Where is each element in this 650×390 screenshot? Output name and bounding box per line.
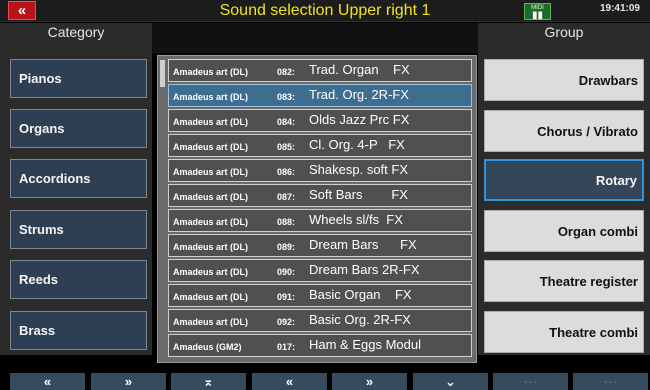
sound-name: Trad. Organ FX [309, 62, 410, 77]
sound-row[interactable]: Amadeus art (DL) 089: Dream Bars FX [168, 234, 472, 257]
sound-row[interactable]: Amadeus art (DL) 090: Dream Bars 2R-FX [168, 259, 472, 282]
sound-row[interactable]: Amadeus (GM2) 017: Ham & Eggs Modul [168, 334, 472, 357]
category-pianos[interactable]: Pianos [10, 59, 147, 98]
sound-number: 092: [277, 317, 296, 327]
group-organ-combi[interactable]: Organ combi [484, 210, 644, 252]
sound-name: Shakesp. soft FX [309, 162, 408, 177]
category-brass[interactable]: Brass [10, 311, 147, 350]
sound-row[interactable]: Amadeus art (DL) 091: Basic Organ FX [168, 284, 472, 307]
sound-number: 090: [277, 267, 296, 277]
sound-row-selected[interactable]: Amadeus art (DL) 083: Trad. Org. 2R-FX [168, 84, 472, 107]
sound-name: Basic Organ FX [309, 287, 412, 302]
sound-number: 087: [277, 192, 296, 202]
category-strums[interactable]: Strums [10, 210, 147, 249]
category-reeds[interactable]: Reeds [10, 260, 147, 299]
sound-name: Soft Bars FX [309, 187, 408, 202]
sound-row[interactable]: Amadeus art (DL) 084: Olds Jazz Prc FX [168, 109, 472, 132]
category-organs[interactable]: Organs [10, 109, 147, 148]
sound-name: Basic Org. 2R-FX [309, 312, 411, 327]
chevron-up-icon[interactable]: « [252, 373, 327, 390]
sound-name: Olds Jazz Prc FX [309, 112, 410, 127]
group-theatre-register[interactable]: Theatre register [484, 260, 644, 302]
scroll-bottom-icon[interactable]: ⌄ [413, 373, 488, 390]
sound-bank: Amadeus art (DL) [173, 167, 249, 177]
sound-bank: Amadeus art (DL) [173, 292, 249, 302]
sound-bank: Amadeus art (DL) [173, 317, 249, 327]
group-rotary[interactable]: Rotary [484, 159, 644, 201]
sound-name: Cl. Org. 4-P FX [309, 137, 405, 152]
sound-row[interactable]: Amadeus art (DL) 086: Shakesp. soft FX [168, 159, 472, 182]
category-column: Pianos Organs Accordions Strums Reeds Br… [0, 53, 152, 355]
group-heading: Group [478, 23, 650, 53]
sound-number: 088: [277, 217, 296, 227]
sound-row[interactable]: Amadeus art (DL) 092: Basic Org. 2R-FX [168, 309, 472, 332]
sound-row[interactable]: Amadeus art (DL) 085: Cl. Org. 4-P FX [168, 134, 472, 157]
keyboard-icon: ▮▮ [531, 10, 543, 21]
group-column: Drawbars Chorus / Vibrato Rotary Organ c… [478, 53, 650, 355]
sound-bank: Amadeus art (DL) [173, 192, 249, 202]
sound-bank: Amadeus art (DL) [173, 117, 249, 127]
sound-name: Trad. Org. 2R-FX [309, 87, 409, 102]
title-bar: « Sound selection Upper right 1 MIDI ▮▮ 1… [0, 0, 650, 22]
sound-bank: Amadeus art (DL) [173, 217, 249, 227]
sound-name: Wheels sl/fs FX [309, 212, 403, 227]
sound-number: 082: [277, 67, 296, 77]
sound-bank: Amadeus art (DL) [173, 242, 249, 252]
category-accordions[interactable]: Accordions [10, 159, 147, 198]
sound-bank: Amadeus (GM2) [173, 342, 242, 352]
sound-bank: Amadeus art (DL) [173, 267, 249, 277]
sound-row[interactable]: Amadeus art (DL) 082: Trad. Organ FX [168, 59, 472, 82]
sound-number: 091: [277, 292, 296, 302]
sound-bank: Amadeus art (DL) [173, 67, 249, 77]
empty-slot-button: - - - [493, 373, 568, 390]
sound-number: 017: [277, 342, 296, 352]
midi-icon: MIDI ▮▮ [524, 3, 551, 21]
sound-number: 085: [277, 142, 296, 152]
sound-list[interactable]: Amadeus art (DL) 082: Trad. Organ FX Amade… [157, 55, 477, 363]
sound-name: Dream Bars FX [309, 237, 417, 252]
double-chevron-down-icon[interactable]: » [91, 373, 166, 390]
list-heading-spacer [152, 23, 478, 53]
sound-row[interactable]: Amadeus art (DL) 087: Soft Bars FX [168, 184, 472, 207]
sound-number: 089: [277, 242, 296, 252]
scroll-top-icon[interactable]: ⌅ [171, 373, 246, 390]
sound-name: Ham & Eggs Modul [309, 337, 421, 352]
clock: 19:41:09 [599, 3, 640, 14]
sound-bank: Amadeus art (DL) [173, 142, 249, 152]
sound-number: 084: [277, 117, 296, 127]
group-theatre-combi[interactable]: Theatre combi [484, 311, 644, 353]
chevron-down-icon[interactable]: » [332, 373, 407, 390]
sound-bank: Amadeus art (DL) [173, 92, 249, 102]
sound-name: Dream Bars 2R-FX [309, 262, 420, 277]
category-heading: Category [0, 23, 152, 53]
sound-number: 086: [277, 167, 296, 177]
bottom-toolbar: « » ⌅ « » ⌄ - - - - - - [0, 365, 650, 390]
sound-row[interactable]: Amadeus art (DL) 088: Wheels sl/fs FX [168, 209, 472, 232]
sound-number: 083: [277, 92, 296, 102]
group-drawbars[interactable]: Drawbars [484, 59, 644, 101]
page-title: Sound selection Upper right 1 [219, 2, 431, 19]
empty-slot-button: - - - [573, 373, 648, 390]
group-chorus-vibrato[interactable]: Chorus / Vibrato [484, 110, 644, 152]
double-chevron-up-icon[interactable]: « [10, 373, 85, 390]
list-scrollbar[interactable] [160, 60, 165, 87]
